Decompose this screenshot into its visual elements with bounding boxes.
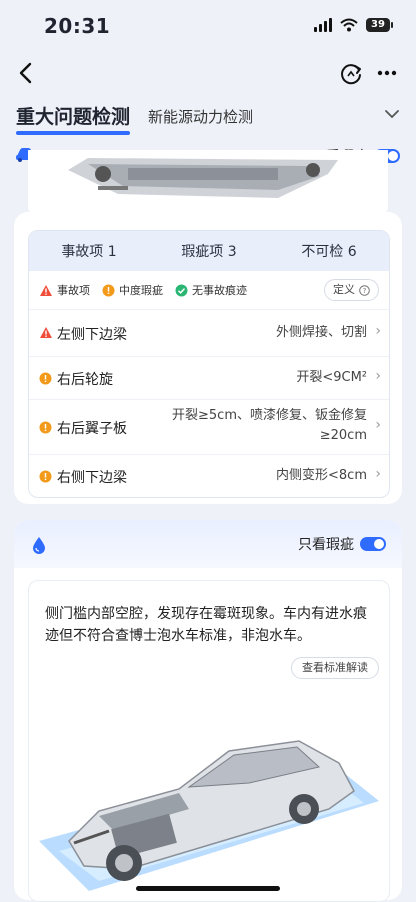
chassis-image [28, 150, 388, 216]
header-uncheckable-count[interactable]: 不可检 6 [269, 241, 389, 261]
chevron-right-icon: › [375, 323, 381, 339]
chevron-right-icon: › [375, 417, 381, 433]
table-row[interactable]: 左侧下边梁 外侧焊接、切割 › [29, 310, 389, 357]
table-row[interactable]: 右后轮旋 开裂<9CM² › [29, 357, 389, 400]
home-indicator [136, 886, 280, 891]
water-section-header: 只看瑕疵 [14, 520, 402, 568]
tab-major-issues[interactable]: 重大问题检测 [16, 102, 131, 135]
warning-triangle-icon [40, 284, 52, 296]
row-detail: 外侧焊接、切割 [275, 325, 367, 340]
tab-ev-power[interactable]: 新能源动力检测 [148, 106, 253, 127]
status-bar: 20:31 39 [0, 0, 416, 50]
question-circle-icon: ? [359, 284, 370, 296]
refresh-icon[interactable] [336, 58, 366, 88]
status-icons: 39 [314, 18, 393, 32]
view-standard-button[interactable]: 查看标准解读 [291, 657, 379, 679]
definition-label: 定义 [333, 283, 355, 296]
detection-tabs: 重大问题检测 新能源动力检测 [0, 98, 416, 135]
warning-triangle-icon [40, 327, 52, 338]
water-damage-panel: 只看瑕疵 侧门槛内部空腔，发现存在霉斑现象。车内有进水痕迹但不符合查博士泡水车标… [14, 520, 402, 902]
chevron-right-icon: › [375, 368, 381, 384]
row-part-name: 右后翼子板 [57, 421, 127, 437]
filter-label: 只看瑕疵 [298, 537, 354, 553]
car-xray-image [39, 740, 379, 891]
row-detail: 开裂≥5cm、喷漆修复、钣金修复≥20cm [172, 408, 367, 443]
legend-moderate-label: 中度瑕疵 [119, 284, 163, 297]
water-drop-icon [33, 537, 45, 554]
row-detail: 开裂<9CM² [296, 370, 367, 385]
defects-only-toggle[interactable] [360, 537, 386, 551]
back-arrow-icon[interactable] [12, 58, 42, 88]
inspection-description: 侧门槛内部空腔，发现存在霉斑现象。车内有进水痕迹但不符合查博士泡水车标准，非泡水… [45, 606, 367, 644]
defects-only-filter[interactable]: 只看瑕疵 [298, 534, 386, 554]
legend-none: 无事故痕迹 [175, 282, 247, 298]
alert-circle-icon [39, 421, 52, 434]
cellular-signal-icon [314, 18, 332, 32]
wifi-icon [340, 18, 358, 32]
check-circle-icon [175, 284, 188, 296]
legend-accident: 事故项 [39, 282, 90, 298]
nav-bar [0, 52, 416, 96]
row-detail: 内侧变形<8cm [276, 468, 367, 483]
legend-accident-label: 事故项 [57, 284, 90, 297]
definition-button[interactable]: 定义 ? [324, 279, 379, 301]
table-header: 事故项 1 瑕疵项 3 不可检 6 [29, 231, 389, 271]
legend-moderate: 中度瑕疵 [102, 282, 163, 298]
row-part-name: 左侧下边梁 [57, 327, 127, 343]
alert-circle-icon [39, 470, 52, 483]
row-part-name: 右侧下边梁 [57, 470, 127, 486]
battery-level: 39 [371, 19, 385, 30]
chassis-image-card [28, 150, 388, 216]
legend-none-label: 无事故痕迹 [192, 284, 247, 297]
row-part-name: 右后轮旋 [57, 372, 113, 388]
accident-table: 事故项 1 瑕疵项 3 不可检 6 事故项 中度瑕疵 无事故痕迹 定义 ? 左侧… [28, 230, 390, 498]
alert-circle-icon [39, 372, 52, 385]
header-accident-count[interactable]: 事故项 1 [29, 241, 149, 261]
more-icon[interactable] [372, 58, 402, 88]
accident-panel: 事故项 1 瑕疵项 3 不可检 6 事故项 中度瑕疵 无事故痕迹 定义 ? 左侧… [14, 212, 402, 504]
battery-icon: 39 [366, 18, 393, 32]
table-row[interactable]: 右后翼子板 开裂≥5cm、喷漆修复、钣金修复≥20cm › [29, 400, 389, 455]
svg-text:?: ? [363, 287, 367, 295]
status-time: 20:31 [44, 14, 111, 38]
chevron-right-icon: › [375, 466, 381, 482]
legend: 事故项 中度瑕疵 无事故痕迹 定义 ? [29, 271, 389, 310]
table-row[interactable]: 右侧下边梁 内侧变形<8cm › [29, 455, 389, 497]
header-defect-count[interactable]: 瑕疵项 3 [149, 241, 269, 261]
alert-circle-icon [102, 284, 115, 296]
water-inspection-card: 侧门槛内部空腔，发现存在霉斑现象。车内有进水痕迹但不符合查博士泡水车标准，非泡水… [28, 580, 390, 902]
chevron-down-icon[interactable] [382, 104, 402, 124]
